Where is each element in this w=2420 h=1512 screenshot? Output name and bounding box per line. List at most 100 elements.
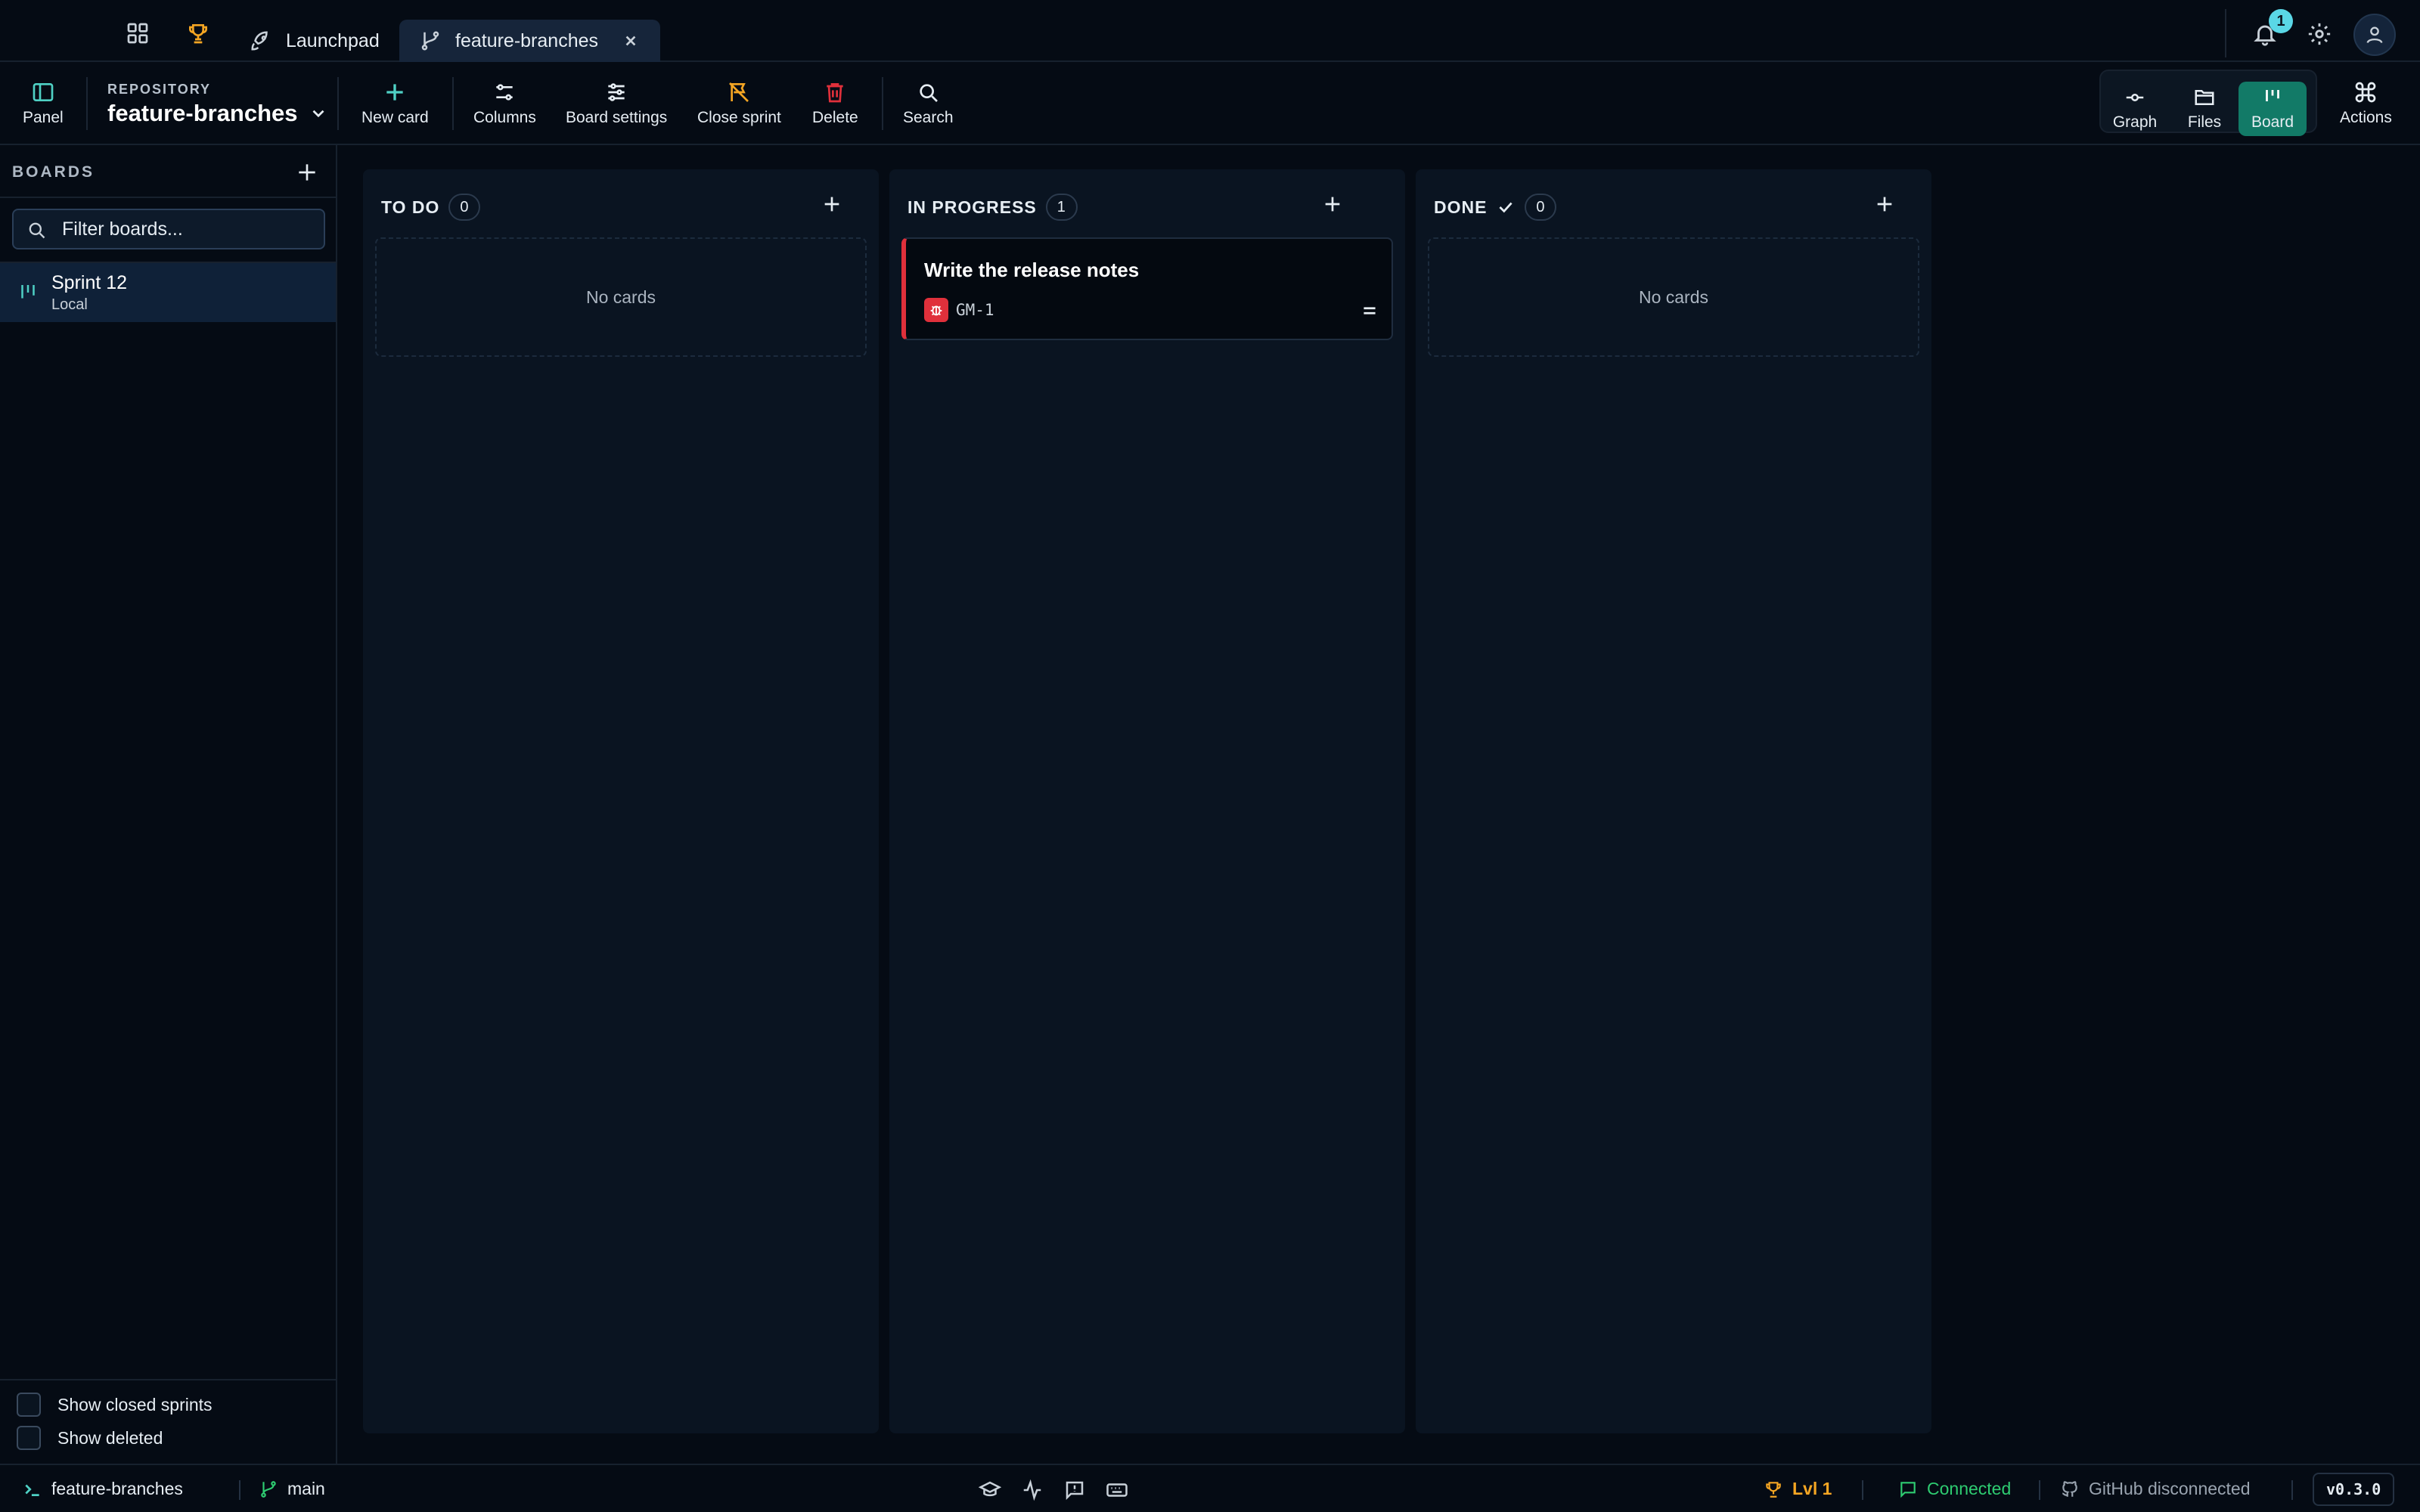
user-icon (2366, 26, 2383, 44)
connection-label: Connected (1927, 1479, 2012, 1498)
close-sprint-label: Close sprint (697, 109, 781, 126)
folder-icon (2195, 90, 2214, 105)
add-card-icon[interactable] (1320, 192, 1345, 216)
repo-caption: REPOSITORY (107, 82, 212, 97)
close-sprint-button[interactable]: Close sprint (697, 80, 781, 127)
board-subtitle: Local (51, 296, 88, 313)
board-label: Board (2251, 113, 2294, 131)
level-label: Lvl 1 (1792, 1479, 1832, 1498)
column-header: IN PROGRESS 1 (908, 194, 1078, 221)
divider (2225, 9, 2226, 57)
repo-name: feature-branches (107, 100, 298, 126)
kanban-icon (21, 285, 35, 299)
new-card-label: New card (361, 109, 429, 126)
column-in-progress: IN PROGRESS 1 Write the release notes GM… (889, 169, 1405, 1433)
search-icon (29, 222, 45, 239)
sidebar-item-sprint-12[interactable]: Sprint 12 Local (0, 263, 336, 322)
github-status[interactable]: GitHub disconnected (2060, 1479, 2251, 1499)
trophy-icon[interactable] (186, 21, 210, 45)
status-bar: feature-branches main Lvl 1 Connected Gi… (0, 1464, 2420, 1512)
columns-button[interactable]: Columns (473, 80, 536, 127)
close-icon[interactable] (621, 31, 641, 51)
board-settings-button[interactable]: Board settings (566, 80, 667, 127)
chat-icon (1900, 1481, 1916, 1498)
column-done: DONE 0 No cards (1416, 169, 1931, 1433)
avatar[interactable] (2353, 14, 2396, 56)
show-closed-sprints-toggle[interactable]: Show closed sprints (17, 1393, 213, 1417)
sidebar-title: BOARDS (12, 163, 95, 181)
tab-label: feature-branches (455, 29, 599, 51)
flag-off-icon (729, 82, 749, 102)
panel-button[interactable]: Panel (23, 80, 64, 127)
card-title: Write the release notes (924, 259, 1140, 281)
status-branch[interactable]: main (259, 1479, 325, 1499)
github-label: GitHub disconnected (2089, 1479, 2251, 1498)
gear-icon[interactable] (2307, 21, 2332, 47)
check-icon (1499, 202, 1513, 213)
divider (1862, 1480, 1863, 1500)
filter-boards-input[interactable]: Filter boards... (12, 209, 325, 249)
add-card-icon[interactable] (820, 192, 844, 216)
commit-icon (2126, 94, 2144, 101)
empty-column-placeholder: No cards (1428, 237, 1919, 357)
chevron-down-icon (312, 110, 324, 118)
divider (0, 1379, 337, 1380)
files-view-button[interactable]: Files (2170, 82, 2238, 136)
divider (2291, 1480, 2293, 1500)
bug-icon (924, 298, 948, 322)
add-card-icon[interactable] (1872, 192, 1897, 216)
search-button[interactable]: Search (903, 80, 954, 127)
card[interactable]: Write the release notes GM-1 (901, 237, 1393, 340)
notification-badge: 1 (2269, 9, 2293, 33)
column-count: 0 (448, 194, 481, 221)
grid-icon[interactable] (126, 21, 150, 45)
divider (239, 1480, 240, 1500)
show-deleted-toggle[interactable]: Show deleted (17, 1426, 163, 1450)
divider (2039, 1480, 2040, 1500)
checkbox[interactable] (17, 1393, 41, 1417)
search-label: Search (903, 109, 954, 126)
view-switcher: Graph Files Board (2099, 70, 2317, 136)
keyboard-icon[interactable] (1106, 1479, 1128, 1501)
filter-placeholder: Filter boards... (62, 218, 183, 240)
search-icon (920, 84, 939, 102)
actions-label: Actions (2340, 109, 2392, 126)
panel-label: Panel (23, 109, 64, 126)
show-deleted-label: Show deleted (57, 1427, 163, 1448)
tab-label: Launchpad (286, 29, 380, 51)
graph-view-button[interactable]: Graph (2101, 82, 2169, 136)
divider (337, 77, 339, 130)
checkbox[interactable] (17, 1426, 41, 1450)
empty-column-placeholder: No cards (375, 237, 867, 357)
sidebar: BOARDS Filter boards... Sprint 12 Local … (0, 145, 337, 1464)
plus-icon (386, 84, 404, 101)
branch-icon (421, 31, 439, 51)
connection-status[interactable]: Connected (1898, 1479, 2011, 1499)
delete-label: Delete (812, 109, 858, 126)
status-repo[interactable]: feature-branches (23, 1479, 183, 1499)
repo-selector[interactable]: feature-branches (107, 100, 328, 127)
actions-button[interactable]: Actions (2340, 80, 2392, 127)
activity-icon[interactable] (1021, 1479, 1044, 1501)
command-icon (2356, 82, 2376, 103)
divider (882, 77, 883, 130)
tab-bar: Launchpad feature-branches 1 (0, 0, 2420, 62)
tab-feature-branches[interactable]: feature-branches (399, 20, 661, 62)
delete-button[interactable]: Delete (812, 80, 858, 127)
rocket-icon (251, 31, 268, 51)
tab-launchpad[interactable]: Launchpad (230, 20, 399, 62)
column-header: TO DO 0 (381, 194, 481, 221)
column-todo: TO DO 0 No cards (363, 169, 879, 1433)
level-badge[interactable]: Lvl 1 (1764, 1479, 1832, 1499)
version-badge: v0.3.0 (2313, 1473, 2395, 1506)
new-card-button[interactable]: New card (361, 80, 429, 127)
board-settings-label: Board settings (566, 109, 668, 126)
graduation-cap-icon[interactable] (979, 1479, 1001, 1501)
github-icon (2062, 1480, 2077, 1497)
status-repo-label: feature-branches (51, 1479, 183, 1498)
feedback-icon[interactable] (1063, 1479, 1086, 1501)
priority-medium-icon (1360, 301, 1379, 321)
kanban-icon (2266, 90, 2279, 101)
add-board-icon[interactable] (295, 160, 319, 184)
board-view-button[interactable]: Board (2238, 82, 2307, 136)
